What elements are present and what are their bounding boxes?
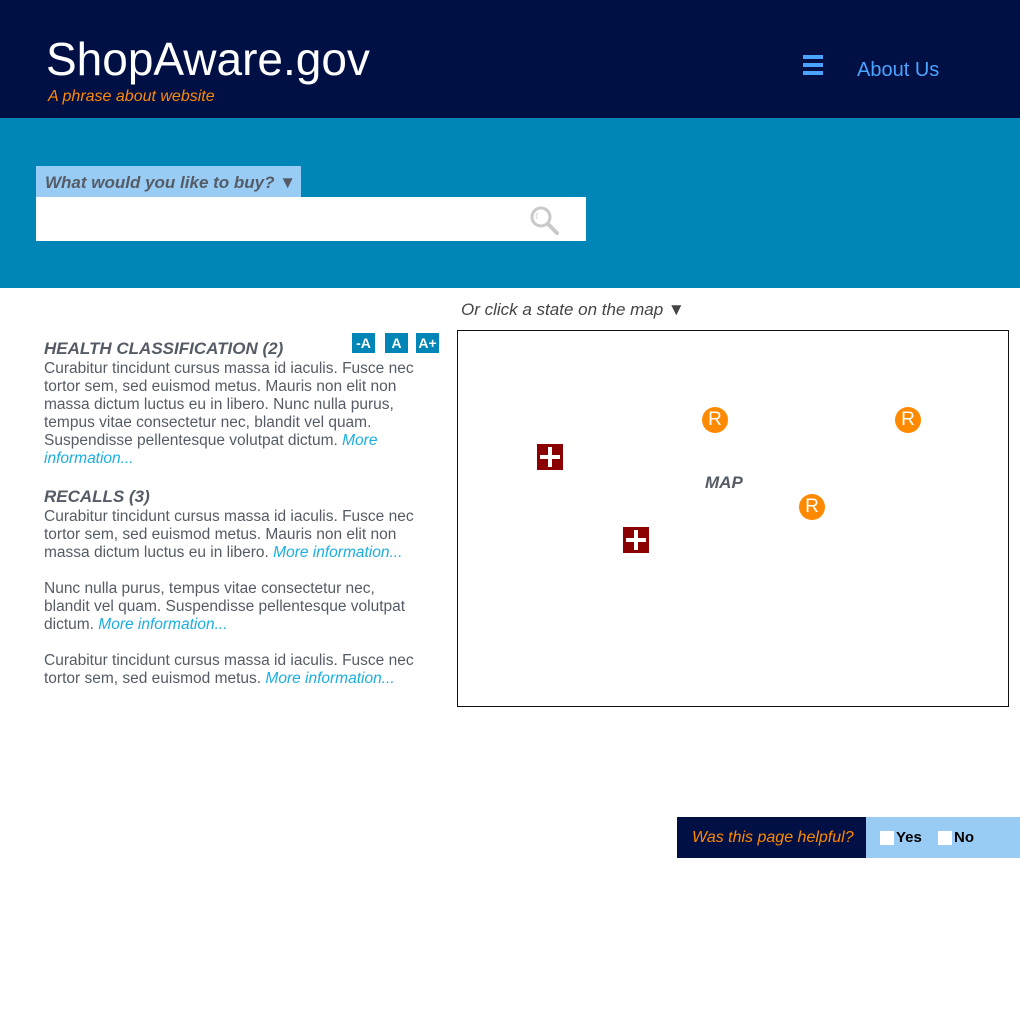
site-header: ShopAware.gov A phrase about website Abo… xyxy=(0,0,1020,118)
recall-item: Curabitur tincidunt cursus massa id iacu… xyxy=(44,652,414,688)
recall-more-link[interactable]: More information... xyxy=(265,670,394,687)
health-description: Curabitur tincidunt cursus massa id iacu… xyxy=(44,360,414,468)
health-marker-icon[interactable] xyxy=(537,444,563,470)
recall-marker-icon[interactable]: R xyxy=(895,407,921,433)
search-box xyxy=(36,197,586,241)
recall-more-link[interactable]: More information... xyxy=(273,544,402,561)
recalls-title: RECALLS (3) xyxy=(44,487,150,506)
yes-label: Yes xyxy=(896,829,922,846)
search-icon[interactable] xyxy=(528,204,560,236)
health-section: HEALTH CLASSIFICATION (2) Curabitur tinc… xyxy=(44,338,414,468)
category-dropdown-label: What would you like to buy? xyxy=(45,173,275,192)
recalls-section: RECALLS (3) Curabitur tincidunt cursus m… xyxy=(44,486,414,688)
category-dropdown[interactable]: What would you like to buy? ▼ xyxy=(36,166,301,197)
health-title: HEALTH CLASSIFICATION (2) xyxy=(44,339,284,358)
no-label: No xyxy=(954,829,974,846)
recall-item: Curabitur tincidunt cursus massa id iacu… xyxy=(44,508,414,562)
recall-item: Nunc nulla purus, tempus vitae consectet… xyxy=(44,580,414,634)
map-prompt: Or click a state on the map ▼ xyxy=(461,300,685,319)
menu-icon[interactable] xyxy=(803,55,823,75)
no-checkbox[interactable] xyxy=(938,831,952,845)
recall-more-link[interactable]: More information... xyxy=(98,616,227,633)
search-band: What would you like to buy? ▼ xyxy=(0,118,1020,288)
search-input[interactable] xyxy=(36,197,516,241)
feedback-question-box: Was this page helpful? xyxy=(677,817,866,858)
state-map[interactable]: MAP R R R xyxy=(457,330,1009,707)
recall-marker-icon[interactable]: R xyxy=(799,494,825,520)
recall-marker-icon[interactable]: R xyxy=(702,407,728,433)
results-content: HEALTH CLASSIFICATION (2) Curabitur tinc… xyxy=(44,338,414,688)
health-marker-icon[interactable] xyxy=(623,527,649,553)
feedback-options: Yes No xyxy=(866,817,1020,858)
site-tagline: A phrase about website xyxy=(48,88,215,105)
feedback-question: Was this page helpful? xyxy=(692,829,854,846)
feedback-yes-option[interactable]: Yes xyxy=(880,817,930,858)
site-title[interactable]: ShopAware.gov xyxy=(46,34,370,84)
feedback-no-option[interactable]: No xyxy=(938,817,978,858)
font-increase-button[interactable]: A+ xyxy=(416,333,439,353)
about-us-link[interactable]: About Us xyxy=(857,59,939,82)
dropdown-arrow-icon: ▼ xyxy=(279,173,297,192)
yes-checkbox[interactable] xyxy=(880,831,894,845)
map-label: MAP xyxy=(705,473,743,492)
